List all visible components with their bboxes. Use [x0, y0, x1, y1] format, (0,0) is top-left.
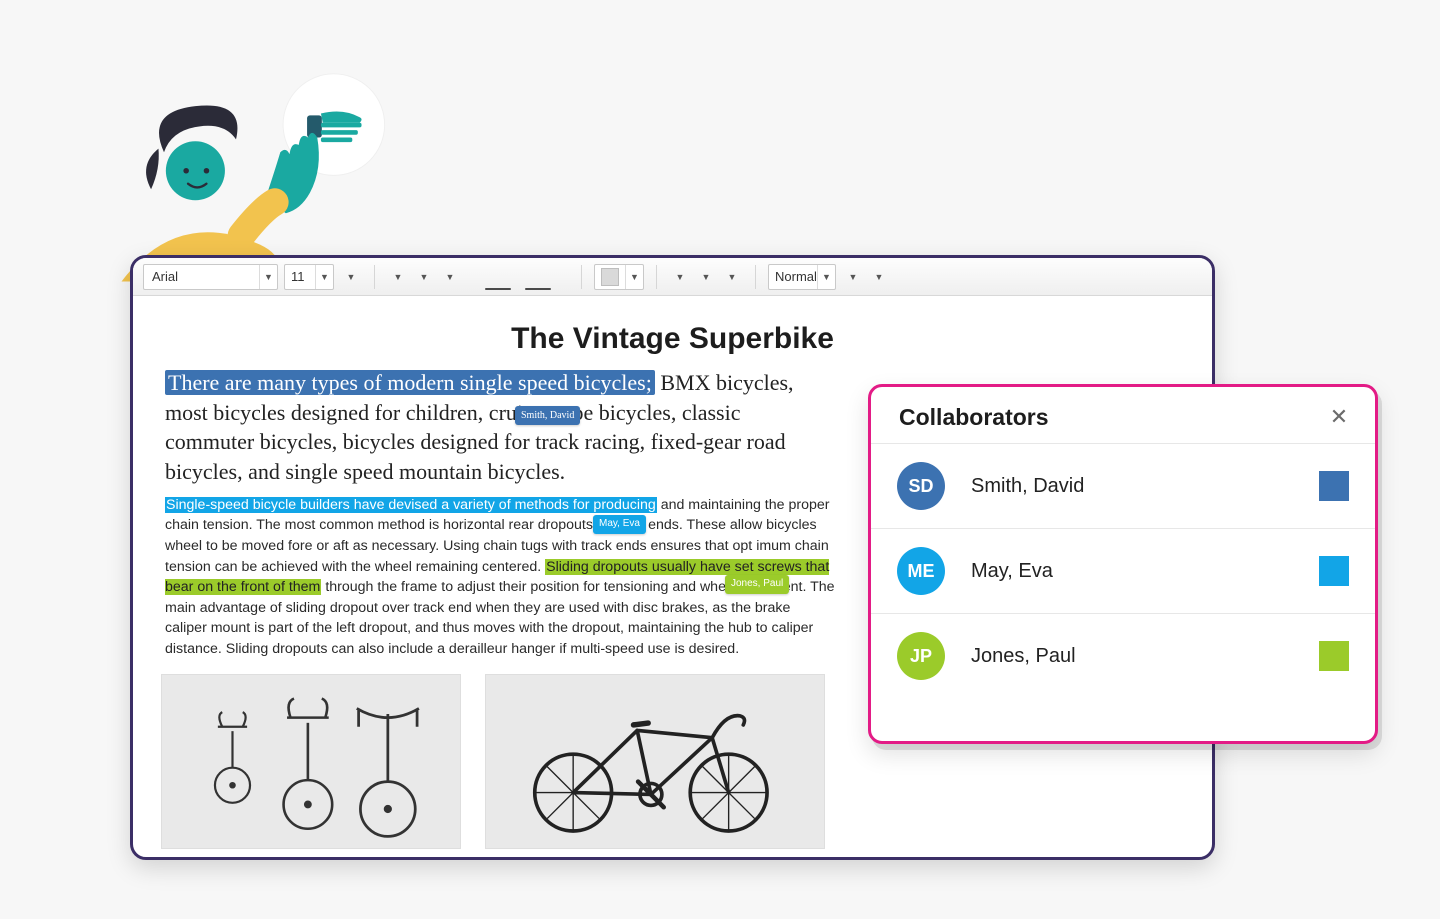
- collaborator-name: May, Eva: [971, 560, 1319, 583]
- body-paragraph: Single-speed bicycle builders have devis…: [165, 495, 835, 660]
- font-size-select[interactable]: 11 ▼: [284, 264, 334, 290]
- paragraph-style-value: Normal: [769, 269, 817, 284]
- avatar: ME: [897, 547, 945, 595]
- chevron-down-icon: ▼: [259, 265, 277, 289]
- document-title: The Vintage Superbike: [161, 322, 1184, 356]
- toolbar-menu-a[interactable]: ▼: [387, 264, 409, 290]
- toolbar-menu-b[interactable]: ▼: [413, 264, 435, 290]
- separator: [656, 265, 657, 289]
- avatar: SD: [897, 462, 945, 510]
- close-button[interactable]: ✕: [1325, 403, 1353, 431]
- close-icon: ✕: [1330, 404, 1348, 430]
- paragraph-style-select[interactable]: Normal ▼: [768, 264, 836, 290]
- collaborator-row[interactable]: ME May, Eva: [871, 528, 1375, 613]
- toolbar: Arial ▼ 11 ▼ ▼ ▼ ▼ ▼ ▼ ▼ ▼ ▼: [133, 258, 1212, 296]
- font-family-value: Arial: [144, 269, 259, 284]
- border-bottom-alt-icon: [525, 288, 551, 290]
- toolbar-menu-d[interactable]: ▼: [669, 264, 691, 290]
- font-family-select[interactable]: Arial ▼: [143, 264, 278, 290]
- font-size-stepper[interactable]: ▼: [340, 264, 362, 290]
- border-buttons[interactable]: [485, 264, 551, 290]
- separator: [374, 265, 375, 289]
- collaborator-row[interactable]: SD Smith, David: [871, 443, 1375, 528]
- toolbar-menu-f[interactable]: ▼: [721, 264, 743, 290]
- panel-title: Collaborators: [899, 404, 1049, 431]
- collaborator-name: Jones, Paul: [971, 645, 1319, 668]
- lead-paragraph: There are many types of modern single sp…: [165, 368, 835, 487]
- color-swatch: [1319, 556, 1349, 586]
- chevron-down-icon: ▼: [315, 265, 333, 289]
- collaborators-panel: Collaborators ✕ SD Smith, David ME May, …: [868, 384, 1378, 744]
- border-bottom-icon: [485, 288, 511, 290]
- image-bicycle-side: [485, 674, 825, 849]
- image-bicycles-front: [161, 674, 461, 849]
- selection-smith: There are many types of modern single sp…: [165, 370, 655, 395]
- panel-header: Collaborators ✕: [871, 387, 1375, 443]
- cursor-tag-smith: Smith, David: [515, 406, 580, 425]
- collaborator-name: Smith, David: [971, 475, 1319, 498]
- fill-color-select[interactable]: ▼: [594, 264, 644, 290]
- toolbar-menu-c[interactable]: ▼: [439, 264, 461, 290]
- collaborator-row[interactable]: JP Jones, Paul: [871, 613, 1375, 698]
- cursor-tag-may: May, Eva: [593, 515, 646, 535]
- avatar: JP: [897, 632, 945, 680]
- chevron-down-icon: ▼: [817, 265, 835, 289]
- font-size-value: 11: [285, 269, 315, 284]
- color-swatch: [1319, 641, 1349, 671]
- toolbar-menu-e[interactable]: ▼: [695, 264, 717, 290]
- selection-may: Single-speed bicycle builders have devis…: [165, 497, 657, 513]
- separator: [581, 265, 582, 289]
- toolbar-menu-g[interactable]: ▼: [842, 264, 864, 290]
- color-swatch-icon: [601, 268, 619, 286]
- toolbar-menu-h[interactable]: ▼: [868, 264, 890, 290]
- separator: [755, 265, 756, 289]
- cursor-tag-jones: Jones, Paul: [725, 575, 789, 595]
- chevron-down-icon: ▼: [625, 265, 643, 289]
- color-swatch: [1319, 471, 1349, 501]
